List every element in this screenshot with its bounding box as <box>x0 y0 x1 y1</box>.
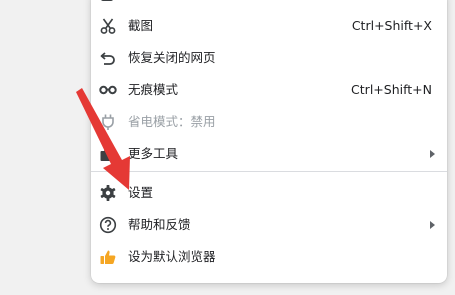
toolbox-icon <box>100 147 116 161</box>
menu-item-label: 省电模式：禁用 <box>128 114 216 129</box>
undo-icon <box>100 52 115 65</box>
menu-item-label: 无痕模式 <box>128 82 179 97</box>
previous-item-icon-fragment <box>101 0 113 1</box>
menu-item-help-feedback[interactable]: 帮助和反馈 <box>91 209 447 241</box>
menu-item-more-tools[interactable]: 更多工具 <box>91 138 447 170</box>
thumbs-up-icon <box>100 250 116 264</box>
gear-icon <box>100 185 116 201</box>
submenu-arrow-icon <box>430 221 435 229</box>
menu-item-incognito[interactable]: 无痕模式 Ctrl+Shift+N <box>91 74 447 106</box>
menu-item-label: 更多工具 <box>128 146 179 161</box>
scissors-icon <box>100 18 116 34</box>
incognito-icon <box>99 85 117 95</box>
screenshot-page: 截图 Ctrl+Shift+X 恢复关闭的网页 无痕模式 Ctrl+Shift+… <box>0 0 455 295</box>
menu-item-label: 截图 <box>128 18 154 33</box>
menu-item-label: 恢复关闭的网页 <box>128 50 216 65</box>
menu-item-shortcut: Ctrl+Shift+N <box>351 82 432 97</box>
help-icon <box>99 216 117 234</box>
menu-item-screenshot[interactable]: 截图 Ctrl+Shift+X <box>91 10 447 42</box>
menu-item-settings[interactable]: 设置 <box>91 177 447 209</box>
menu-item-label: 设置 <box>128 185 154 200</box>
menu-item-restore-closed-page[interactable]: 恢复关闭的网页 <box>91 42 447 74</box>
submenu-arrow-icon <box>430 150 435 158</box>
menu-item-power-saving: 省电模式：禁用 <box>91 106 447 138</box>
plug-icon <box>102 114 114 130</box>
menu-separator <box>91 171 447 172</box>
menu-item-label: 设为默认浏览器 <box>128 249 216 264</box>
menu-item-set-default-browser[interactable]: 设为默认浏览器 <box>91 241 447 273</box>
menu-item-label: 帮助和反馈 <box>128 217 191 232</box>
menu-item-shortcut: Ctrl+Shift+X <box>351 18 432 33</box>
browser-main-menu: 截图 Ctrl+Shift+X 恢复关闭的网页 无痕模式 Ctrl+Shift+… <box>91 0 447 283</box>
